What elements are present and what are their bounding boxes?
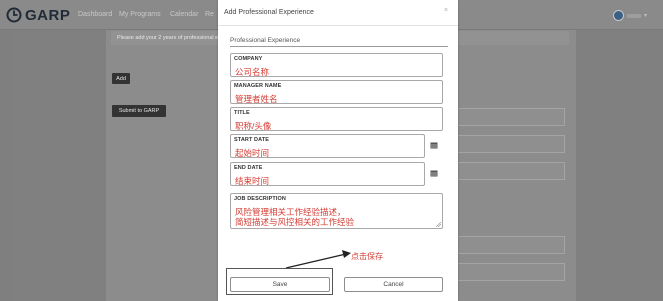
modal-header-divider — [218, 25, 458, 26]
add-button[interactable]: Add — [112, 73, 130, 84]
background-field — [455, 108, 565, 126]
company-label: COMPANY — [234, 56, 263, 62]
title-field[interactable]: TITLE 职称/头像 — [230, 107, 443, 131]
cancel-button[interactable]: Cancel — [344, 277, 443, 292]
job-description-field[interactable]: JOB DESCRIPTION 风险管理相关工作经验描述， 简短描述与风控相关的… — [230, 193, 443, 229]
nav-calendar[interactable]: Calendar — [170, 11, 198, 18]
start-date-value: 起始时间 — [235, 148, 270, 158]
end-date-field[interactable]: END DATE 结束时间 — [230, 162, 425, 186]
nav-dashboard[interactable]: Dashboard — [78, 11, 112, 18]
manager-name-label: MANAGER NAME — [234, 83, 282, 89]
company-value: 公司名称 — [235, 67, 270, 77]
title-value: 职称/头像 — [235, 121, 272, 131]
user-avatar-icon — [613, 10, 624, 21]
end-date-value: 结束时间 — [235, 176, 270, 186]
nav-resources[interactable]: Re — [205, 11, 214, 18]
background-field — [455, 236, 565, 254]
user-menu[interactable]: ▾ — [613, 9, 653, 22]
section-title: Professional Experience — [230, 37, 301, 44]
logo-text: GARP — [25, 6, 71, 24]
job-description-label: JOB DESCRIPTION — [234, 196, 286, 202]
annotation-click-save: 点击保存 — [351, 252, 383, 261]
modal-title: Add Professional Experience — [224, 9, 314, 16]
user-name — [627, 13, 641, 18]
section-divider — [230, 46, 448, 47]
background-field — [455, 162, 565, 180]
submit-to-garp-button[interactable]: Submit to GARP — [112, 105, 166, 117]
manager-name-value: 管理者姓名 — [235, 94, 278, 104]
close-icon[interactable]: × — [444, 7, 448, 14]
left-gutter — [14, 30, 106, 301]
nav-my-programs[interactable]: My Programs — [119, 11, 161, 18]
manager-name-field[interactable]: MANAGER NAME 管理者姓名 — [230, 80, 443, 104]
job-description-line-2: 简短描述与风控相关的工作经验 — [235, 217, 355, 227]
background-field — [455, 263, 565, 281]
calendar-icon[interactable] — [430, 141, 438, 149]
company-field[interactable]: COMPANY 公司名称 — [230, 53, 443, 77]
resize-handle-icon[interactable] — [436, 222, 441, 227]
title-label: TITLE — [234, 110, 250, 116]
save-button[interactable]: Save — [230, 277, 330, 292]
right-gutter — [576, 30, 663, 301]
end-date-label: END DATE — [234, 165, 263, 171]
chevron-down-icon: ▾ — [644, 13, 648, 19]
calendar-icon[interactable] — [430, 169, 438, 177]
start-date-label: START DATE — [234, 137, 270, 143]
background-field — [455, 135, 565, 153]
garp-logo-icon — [6, 7, 22, 23]
start-date-field[interactable]: START DATE 起始时间 — [230, 134, 425, 158]
garp-logo[interactable]: GARP — [6, 6, 70, 24]
add-experience-modal: Add Professional Experience × Profession… — [218, 0, 458, 301]
